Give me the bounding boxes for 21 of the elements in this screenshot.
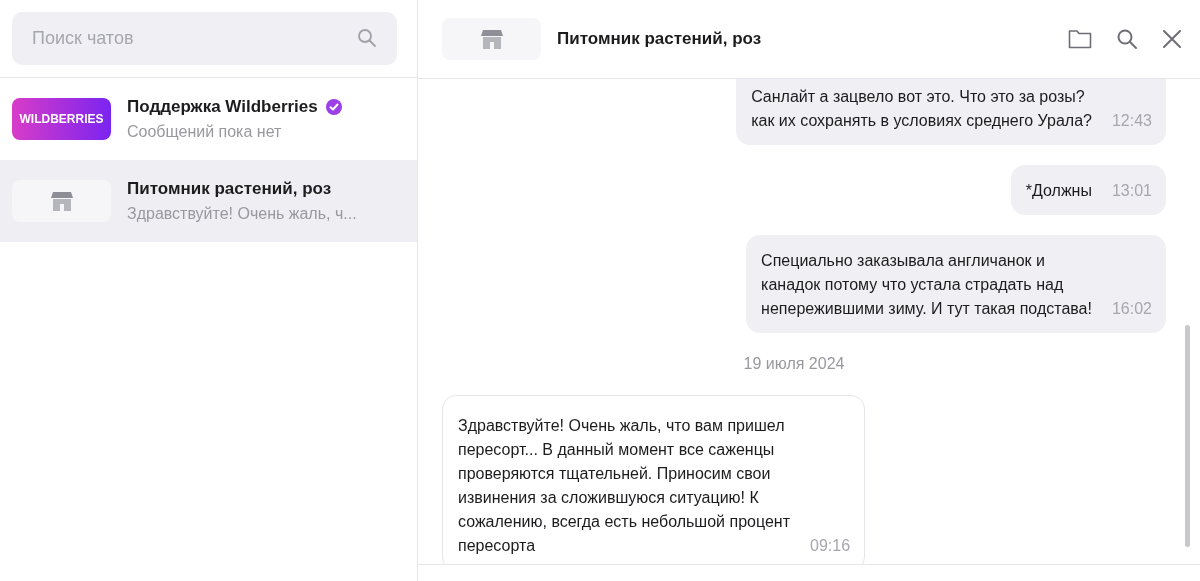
chat-preview: Здравствуйте! Очень жаль, ч... xyxy=(127,205,357,223)
message-text: Специально заказывала англичанок и канадок потому что устала страдать над непережившими зиму. И тут такая подстава! xyxy=(761,251,1092,319)
message-text: *Должны xyxy=(1025,181,1092,201)
search-field[interactable]: Поиск чатов xyxy=(12,12,397,65)
message-time: 16:02 xyxy=(1111,299,1152,319)
chat-list-item[interactable]: Питомник растений, роз Здравствуйте! Очень жаль, ч... xyxy=(0,160,417,242)
message-time: 09:16 xyxy=(810,536,851,556)
message-text: Санлайт а зацвело вот это. Что это за розы? как их сохранять в условиях среднего Урала? xyxy=(751,87,1092,131)
logo-avatar: WILDBERRIES xyxy=(12,98,111,140)
close-icon[interactable] xyxy=(1162,29,1182,49)
message-time: 13:01 xyxy=(1111,181,1152,201)
chat-name: Поддержка Wildberries xyxy=(127,97,318,117)
message-time: 12:43 xyxy=(1111,111,1152,131)
message-text: Здравствуйте! Очень жаль, что вам пришел пересорт... В данный момент все саженцы проверяются тщательней. Приносим свои извинения за сложившуюся ситуацию! К сожалению, всегда есть небольшой процент пересорта xyxy=(458,416,790,556)
chat-preview: Сообщений пока нет xyxy=(127,123,283,141)
chat-title: Питомник растений, роз xyxy=(557,29,763,49)
folder-icon[interactable] xyxy=(1068,29,1092,49)
date-separator: 19 июля 2024 xyxy=(743,355,846,373)
scrollbar[interactable] xyxy=(1185,325,1190,547)
chat-name: Питомник растений, роз xyxy=(127,179,332,199)
search-icon[interactable] xyxy=(1116,28,1138,50)
